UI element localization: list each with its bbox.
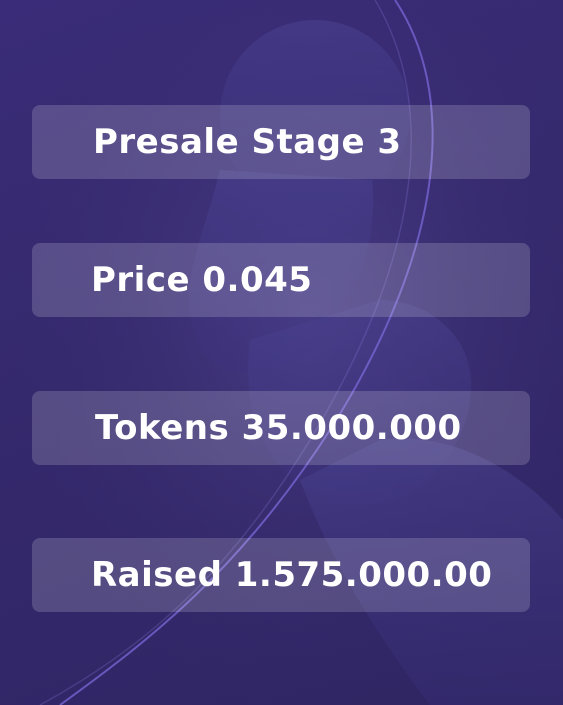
price-card: Price 0.045 (32, 243, 530, 317)
presale-stage-card: Presale Stage 3 (32, 105, 530, 179)
raised-label: Raised 1.575.000.00 (91, 555, 493, 595)
price-label: Price 0.045 (91, 260, 313, 300)
raised-card: Raised 1.575.000.00 (32, 538, 530, 612)
presale-stage-label: Presale Stage 3 (93, 122, 402, 162)
tokens-card: Tokens 35.000.000 (32, 391, 530, 465)
tokens-label: Tokens 35.000.000 (95, 408, 462, 448)
